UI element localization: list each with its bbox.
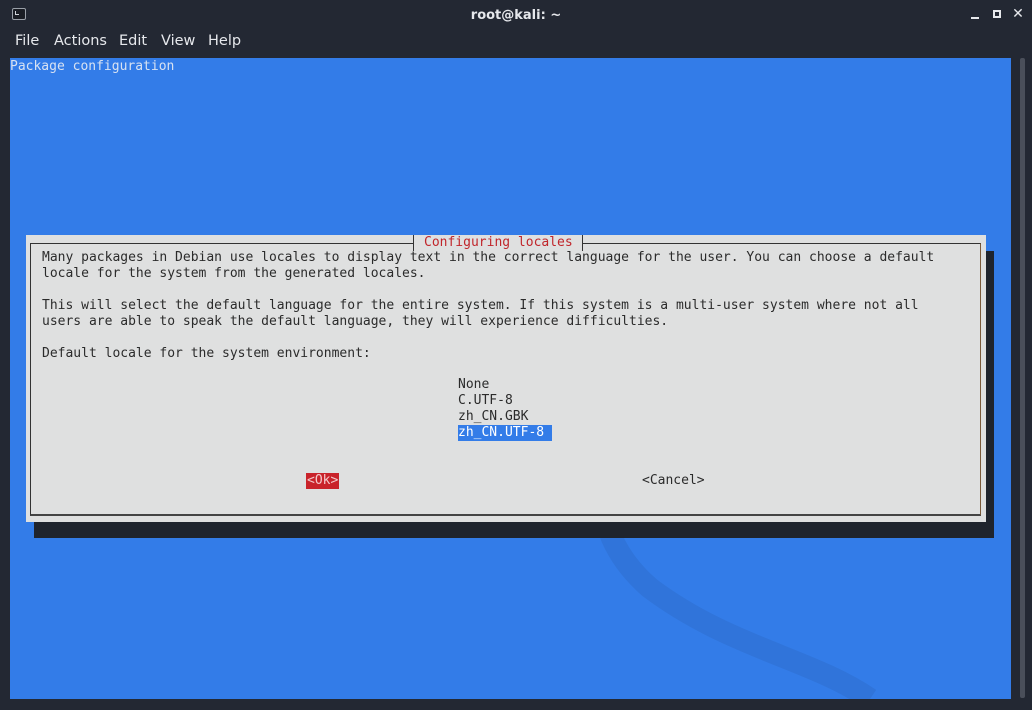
close-icon: ✕ [1012, 6, 1024, 22]
locale-list[interactable]: None C.UTF-8 zh_CN.GBK zh_CN.UTF-8 [458, 377, 553, 441]
locale-option-c-utf8[interactable]: C.UTF-8 [458, 393, 521, 409]
cancel-button[interactable]: <Cancel> [642, 473, 705, 489]
menu-edit[interactable]: Edit [119, 33, 147, 49]
close-button[interactable]: ✕ [1011, 7, 1025, 21]
locale-option-zh-cn-utf8[interactable]: zh_CN.UTF-8 [458, 425, 553, 441]
menu-actions[interactable]: Actions [54, 33, 107, 49]
locale-option-none[interactable]: None [458, 377, 497, 393]
dialog-title: Configuring locales [413, 235, 583, 251]
terminal-scrollbar[interactable] [1020, 58, 1025, 698]
window-titlebar: root@kali: ~ ✕ [0, 0, 1032, 30]
menu-view[interactable]: View [161, 33, 195, 49]
ok-button[interactable]: <Ok> [306, 473, 340, 489]
minimize-icon [971, 17, 979, 19]
dialog-paragraph-2: This will select the default language fo… [42, 298, 919, 329]
dialog-paragraph-1: Many packages in Debian use locales to d… [42, 250, 935, 281]
menu-help[interactable]: Help [208, 33, 241, 49]
menu-file[interactable]: File [15, 33, 39, 49]
locale-prompt: Default locale for the system environmen… [42, 346, 371, 361]
configuring-locales-dialog: Configuring locales Many packages in Deb… [26, 235, 986, 522]
menubar: File Actions Edit View Help [0, 30, 1032, 56]
locale-option-zh-cn-gbk[interactable]: zh_CN.GBK [458, 409, 536, 425]
window-title: root@kali: ~ [470, 8, 562, 23]
maximize-button[interactable] [990, 7, 1004, 21]
terminal-area[interactable]: Package configuration Configuring locale… [10, 58, 1011, 699]
background-title: Package configuration [10, 59, 175, 74]
minimize-button[interactable] [968, 7, 982, 21]
maximize-icon [993, 10, 1001, 18]
